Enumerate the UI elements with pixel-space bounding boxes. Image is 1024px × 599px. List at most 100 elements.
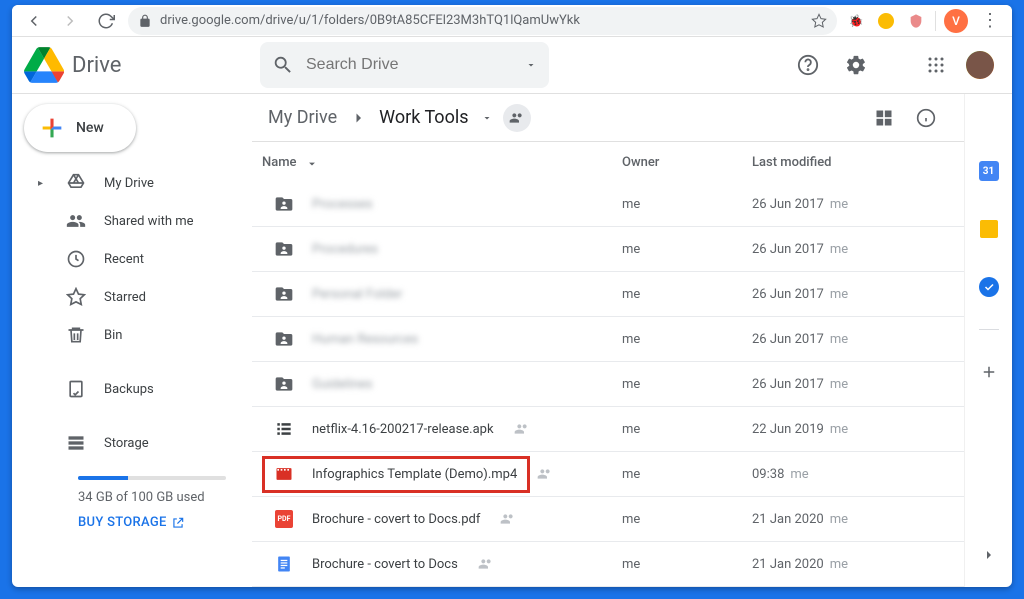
- file-row[interactable]: Processes me 26 Jun 2017me: [252, 182, 964, 227]
- column-name[interactable]: Name: [262, 155, 297, 170]
- sort-arrow-icon[interactable]: [305, 155, 319, 169]
- grid-view-button[interactable]: [866, 100, 902, 136]
- docs-icon: [272, 552, 296, 576]
- storage-bar: [78, 476, 226, 480]
- list-icon: [272, 417, 296, 441]
- account-avatar[interactable]: [964, 49, 996, 81]
- shared-icon: [478, 556, 494, 572]
- settings-button[interactable]: [836, 45, 876, 85]
- clock-icon: [66, 249, 86, 269]
- extension-icon[interactable]: [905, 10, 927, 32]
- sidebar-item-label: Backups: [104, 382, 154, 397]
- extension-icon[interactable]: [875, 10, 897, 32]
- breadcrumb-root[interactable]: My Drive: [262, 103, 343, 132]
- drive-logo-icon[interactable]: [24, 45, 64, 85]
- file-modified: 26 Jun 2017me: [752, 197, 954, 212]
- video-icon: [272, 462, 296, 486]
- file-name: netflix-4.16-200217-release.apk: [312, 422, 494, 437]
- file-owner: me: [622, 242, 752, 257]
- file-name: Brochure - covert to Docs: [312, 557, 458, 572]
- file-name: Infographics Template (Demo).mp4: [312, 467, 517, 482]
- plus-icon: [38, 114, 66, 142]
- add-addon-button[interactable]: [969, 352, 1009, 392]
- apps-button[interactable]: [916, 45, 956, 85]
- file-name: Human Resources: [312, 332, 418, 347]
- file-modified: 09:38me: [752, 467, 954, 482]
- storage-icon: [66, 433, 86, 453]
- sidebar-item-backups[interactable]: Backups: [20, 370, 244, 408]
- external-icon: [171, 516, 185, 530]
- keep-addon[interactable]: [969, 209, 1009, 249]
- sidebar-item-starred[interactable]: Starred: [20, 278, 244, 316]
- file-modified: 26 Jun 2017me: [752, 332, 954, 347]
- sidebar-item-label: Bin: [104, 328, 122, 343]
- expand-icon[interactable]: ▸: [38, 178, 48, 189]
- extension-icon[interactable]: 🐞: [845, 10, 867, 32]
- file-name: Brochure - covert to Docs.pdf: [312, 512, 480, 527]
- tasks-addon[interactable]: [969, 267, 1009, 307]
- file-row[interactable]: netflix-4.16-200217-release.apk me 22 Ju…: [252, 407, 964, 452]
- new-button[interactable]: New: [24, 104, 136, 152]
- forward-button[interactable]: [56, 7, 84, 35]
- folder-shared-icon: [272, 192, 296, 216]
- lock-icon: [138, 14, 152, 28]
- file-modified: 22 Jun 2019me: [752, 422, 954, 437]
- breadcrumb-current[interactable]: Work Tools: [373, 103, 474, 132]
- sidebar-item-label: Starred: [104, 290, 146, 305]
- file-name: Procedures: [312, 242, 378, 257]
- file-row[interactable]: Brochure - covert to Docs me 21 Jan 2020…: [252, 542, 964, 587]
- sidebar-item-label: Recent: [104, 252, 144, 267]
- shared-indicator[interactable]: [503, 104, 531, 132]
- search-input[interactable]: [306, 56, 513, 74]
- file-list: Processes me 26 Jun 2017me Procedures me…: [252, 182, 964, 587]
- sidebar-item-storage[interactable]: Storage: [20, 424, 244, 462]
- file-modified: 26 Jun 2017me: [752, 377, 954, 392]
- back-button[interactable]: [20, 7, 48, 35]
- shared-icon: [537, 466, 553, 482]
- file-owner: me: [622, 422, 752, 437]
- file-row[interactable]: Infographics Template (Demo).mp4 me 09:3…: [252, 452, 964, 497]
- file-row[interactable]: Guidelines me 26 Jun 2017me: [252, 362, 964, 407]
- file-row[interactable]: Procedures me 26 Jun 2017me: [252, 227, 964, 272]
- shared-icon: [66, 211, 86, 231]
- file-row[interactable]: PDF Brochure - covert to Docs.pdf me 21 …: [252, 497, 964, 542]
- file-owner: me: [622, 467, 752, 482]
- sidebar: New ▸ My Drive Shared with me Recent Sta: [12, 94, 252, 587]
- sidebar-item-my-drive[interactable]: ▸ My Drive: [20, 164, 244, 202]
- details-button[interactable]: [908, 100, 944, 136]
- chevron-right-icon: [349, 109, 367, 127]
- search-options-icon[interactable]: [525, 59, 537, 71]
- column-modified[interactable]: Last modified: [752, 155, 954, 170]
- sidebar-item-label: Storage: [104, 436, 149, 451]
- column-owner[interactable]: Owner: [622, 155, 752, 170]
- browser-profile-avatar[interactable]: V: [944, 9, 968, 33]
- file-owner: me: [622, 557, 752, 572]
- sidebar-item-bin[interactable]: Bin: [20, 316, 244, 354]
- file-name: Guidelines: [312, 377, 373, 392]
- file-owner: me: [622, 287, 752, 302]
- reload-button[interactable]: [92, 7, 120, 35]
- browser-toolbar: drive.google.com/drive/u/1/folders/0B9tA…: [12, 5, 1012, 37]
- sidebar-item-label: My Drive: [104, 176, 154, 191]
- address-bar[interactable]: drive.google.com/drive/u/1/folders/0B9tA…: [128, 7, 837, 35]
- sidebar-item-recent[interactable]: Recent: [20, 240, 244, 278]
- shared-icon: [500, 511, 516, 527]
- collapse-panel-button[interactable]: [969, 535, 1009, 575]
- pdf-icon: PDF: [272, 507, 296, 531]
- storage-used-text: 34 GB of 100 GB used: [78, 490, 226, 505]
- calendar-addon[interactable]: 31: [969, 151, 1009, 191]
- search-bar[interactable]: [260, 42, 549, 88]
- browser-menu-button[interactable]: ⋮: [976, 7, 1004, 35]
- shared-icon: [514, 421, 530, 437]
- bin-icon: [66, 325, 86, 345]
- file-modified: 26 Jun 2017me: [752, 287, 954, 302]
- folder-shared-icon: [272, 282, 296, 306]
- sidebar-item-shared[interactable]: Shared with me: [20, 202, 244, 240]
- column-headers: Name Owner Last modified: [252, 142, 964, 182]
- support-button[interactable]: [788, 45, 828, 85]
- file-row[interactable]: Human Resources me 26 Jun 2017me: [252, 317, 964, 362]
- breadcrumb-dropdown-icon[interactable]: [481, 112, 493, 124]
- buy-storage-link[interactable]: BUY STORAGE: [78, 515, 226, 530]
- file-row[interactable]: Personal Folder me 26 Jun 2017me: [252, 272, 964, 317]
- star-icon[interactable]: [811, 13, 827, 29]
